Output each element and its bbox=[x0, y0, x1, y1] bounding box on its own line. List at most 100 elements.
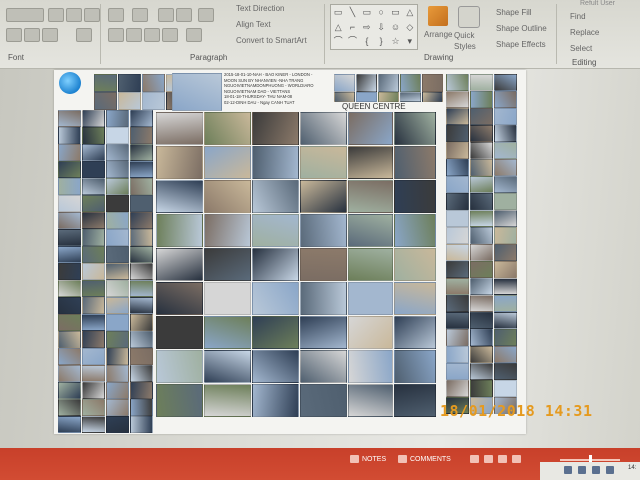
photo-thumbnail[interactable] bbox=[106, 365, 129, 382]
photo-thumbnail[interactable] bbox=[130, 178, 153, 195]
photo-thumbnail[interactable] bbox=[446, 244, 469, 261]
photo-thumbnail[interactable] bbox=[130, 229, 153, 246]
photo-thumbnail[interactable] bbox=[446, 329, 469, 346]
normal-view-icon[interactable] bbox=[470, 455, 479, 463]
increase-indent-icon[interactable] bbox=[176, 8, 192, 22]
photo-thumbnail[interactable] bbox=[394, 112, 436, 145]
photo-thumbnail[interactable] bbox=[446, 261, 469, 278]
photo-thumbnail[interactable] bbox=[82, 212, 105, 229]
notes-button[interactable]: NOTES bbox=[362, 456, 386, 463]
photo-thumbnail[interactable] bbox=[470, 295, 493, 312]
photo-thumbnail[interactable] bbox=[106, 110, 129, 127]
photo-thumbnail[interactable] bbox=[118, 92, 141, 110]
shadow-icon[interactable] bbox=[6, 28, 22, 42]
photo-thumbnail[interactable] bbox=[82, 178, 105, 195]
photo-thumbnail[interactable] bbox=[82, 263, 105, 280]
font-color-icon[interactable] bbox=[76, 28, 92, 42]
photo-thumbnail[interactable] bbox=[58, 263, 81, 280]
photo-thumbnail[interactable] bbox=[142, 92, 165, 110]
photo-thumbnail[interactable] bbox=[58, 161, 81, 178]
text-direction-button[interactable]: Text Direction bbox=[236, 4, 284, 13]
photo-thumbnail[interactable] bbox=[58, 399, 81, 416]
slide-canvas[interactable]: 2015-18-01-10-NAH - BAO KINER - LONDON -… bbox=[54, 70, 526, 434]
photo-thumbnail[interactable] bbox=[58, 178, 81, 195]
reading-view-icon[interactable] bbox=[498, 455, 507, 463]
photo-thumbnail[interactable] bbox=[300, 146, 347, 179]
photo-thumbnail[interactable] bbox=[82, 399, 105, 416]
photo-thumbnail[interactable] bbox=[106, 416, 129, 433]
photo-thumbnail[interactable] bbox=[300, 248, 347, 281]
photo-thumbnail[interactable] bbox=[470, 193, 493, 210]
photo-thumbnail[interactable] bbox=[300, 350, 347, 383]
change-case-icon[interactable] bbox=[42, 28, 58, 42]
photo-thumbnail[interactable] bbox=[82, 127, 105, 144]
photo-thumbnail[interactable] bbox=[156, 350, 203, 383]
photo-thumbnail[interactable] bbox=[58, 212, 81, 229]
photo-thumbnail[interactable] bbox=[446, 227, 469, 244]
photo-thumbnail[interactable] bbox=[470, 74, 493, 91]
photo-thumbnail[interactable] bbox=[494, 74, 517, 91]
photo-thumbnail[interactable] bbox=[82, 280, 105, 297]
quick-styles-icon[interactable] bbox=[458, 6, 480, 28]
justify-icon[interactable] bbox=[162, 28, 178, 42]
photo-thumbnail[interactable] bbox=[494, 91, 517, 108]
align-center-icon[interactable] bbox=[126, 28, 142, 42]
photo-thumbnail[interactable] bbox=[204, 384, 251, 417]
photo-thumbnail[interactable] bbox=[156, 316, 203, 349]
photo-thumbnail[interactable] bbox=[348, 248, 393, 281]
photo-thumbnail[interactable] bbox=[348, 112, 393, 145]
photo-thumbnail[interactable] bbox=[130, 161, 153, 178]
photo-thumbnail[interactable] bbox=[378, 74, 399, 92]
replace-button[interactable]: Replace bbox=[570, 28, 599, 37]
photo-thumbnail[interactable] bbox=[130, 212, 153, 229]
photo-thumbnail[interactable] bbox=[470, 108, 493, 125]
photo-thumbnail[interactable] bbox=[494, 142, 517, 159]
photo-thumbnail[interactable] bbox=[470, 261, 493, 278]
photo-thumbnail[interactable] bbox=[446, 295, 469, 312]
photo-thumbnail[interactable] bbox=[494, 176, 517, 193]
photo-thumbnail[interactable] bbox=[494, 312, 517, 329]
photo-thumbnail[interactable] bbox=[300, 316, 347, 349]
photo-thumbnail[interactable] bbox=[446, 74, 469, 91]
photo-thumbnail[interactable] bbox=[252, 180, 299, 213]
photo-thumbnail[interactable] bbox=[58, 127, 81, 144]
photo-thumbnail[interactable] bbox=[446, 380, 469, 397]
photo-thumbnail[interactable] bbox=[106, 246, 129, 263]
photo-thumbnail[interactable] bbox=[446, 278, 469, 295]
photo-thumbnail[interactable] bbox=[106, 144, 129, 161]
photo-thumbnail[interactable] bbox=[470, 278, 493, 295]
photo-thumbnail[interactable] bbox=[446, 125, 469, 142]
photo-thumbnail[interactable] bbox=[204, 112, 251, 145]
photo-thumbnail[interactable] bbox=[470, 329, 493, 346]
shape-outline-button[interactable]: Shape Outline bbox=[496, 24, 547, 33]
increase-font-icon[interactable] bbox=[48, 8, 64, 22]
photo-thumbnail[interactable] bbox=[82, 365, 105, 382]
arrange-button[interactable]: Arrange bbox=[424, 30, 452, 39]
photo-thumbnail[interactable] bbox=[252, 248, 299, 281]
photo-thumbnail[interactable] bbox=[130, 382, 153, 399]
photo-thumbnail[interactable] bbox=[252, 282, 299, 315]
photo-thumbnail[interactable] bbox=[106, 229, 129, 246]
photo-thumbnail[interactable] bbox=[446, 108, 469, 125]
photo-thumbnail[interactable] bbox=[394, 282, 436, 315]
photo-thumbnail[interactable] bbox=[400, 92, 421, 102]
photo-thumbnail[interactable] bbox=[378, 92, 399, 102]
photo-thumbnail[interactable] bbox=[172, 73, 222, 111]
photo-thumbnail[interactable] bbox=[58, 246, 81, 263]
photo-thumbnail[interactable] bbox=[494, 193, 517, 210]
photo-thumbnail[interactable] bbox=[82, 229, 105, 246]
photo-thumbnail[interactable] bbox=[58, 314, 81, 331]
photo-thumbnail[interactable] bbox=[156, 214, 203, 247]
photo-thumbnail[interactable] bbox=[252, 214, 299, 247]
photo-thumbnail[interactable] bbox=[470, 380, 493, 397]
photo-thumbnail[interactable] bbox=[58, 331, 81, 348]
volume-icon[interactable] bbox=[592, 466, 600, 474]
photo-thumbnail[interactable] bbox=[470, 227, 493, 244]
shape-effects-button[interactable]: Shape Effects bbox=[496, 40, 546, 49]
photo-thumbnail[interactable] bbox=[446, 159, 469, 176]
shape-fill-button[interactable]: Shape Fill bbox=[496, 8, 532, 17]
align-text-button[interactable]: Align Text bbox=[236, 20, 271, 29]
photo-thumbnail[interactable] bbox=[252, 146, 299, 179]
photo-thumbnail[interactable] bbox=[446, 210, 469, 227]
photo-thumbnail[interactable] bbox=[494, 210, 517, 227]
